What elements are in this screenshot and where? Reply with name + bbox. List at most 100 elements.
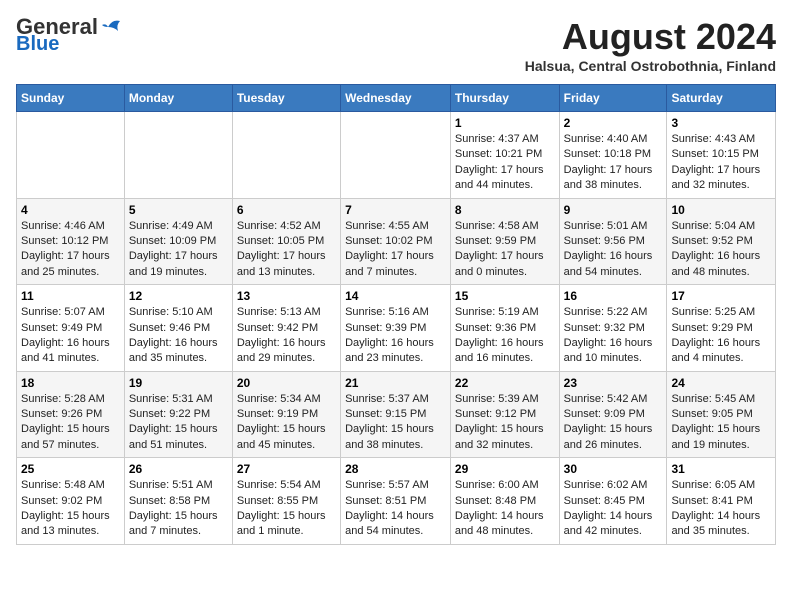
calendar-cell: 28Sunrise: 5:57 AMSunset: 8:51 PMDayligh… bbox=[341, 458, 451, 545]
cell-line: Sunset: 9:42 PM bbox=[237, 321, 336, 336]
calendar-cell: 22Sunrise: 5:39 AMSunset: 9:12 PMDayligh… bbox=[450, 371, 559, 458]
col-header-sunday: Sunday bbox=[17, 85, 125, 112]
calendar-header-row: SundayMondayTuesdayWednesdayThursdayFrid… bbox=[17, 85, 776, 112]
cell-line: Daylight: 15 hours and 32 minutes. bbox=[455, 422, 555, 453]
calendar-cell: 14Sunrise: 5:16 AMSunset: 9:39 PMDayligh… bbox=[341, 285, 451, 372]
cell-line: Daylight: 15 hours and 51 minutes. bbox=[129, 422, 228, 453]
cell-content: Sunrise: 6:02 AMSunset: 8:45 PMDaylight:… bbox=[564, 478, 663, 540]
calendar-cell: 6Sunrise: 4:52 AMSunset: 10:05 PMDayligh… bbox=[232, 198, 340, 285]
col-header-wednesday: Wednesday bbox=[341, 85, 451, 112]
calendar-cell: 8Sunrise: 4:58 AMSunset: 9:59 PMDaylight… bbox=[450, 198, 559, 285]
cell-line: Sunrise: 5:07 AM bbox=[21, 305, 120, 320]
logo-bird-icon bbox=[100, 17, 122, 37]
cell-line: Daylight: 15 hours and 7 minutes. bbox=[129, 509, 228, 540]
cell-line: Sunset: 8:48 PM bbox=[455, 494, 555, 509]
cell-line: Sunset: 8:51 PM bbox=[345, 494, 446, 509]
cell-line: Daylight: 17 hours and 0 minutes. bbox=[455, 249, 555, 280]
calendar-cell: 2 Sunrise: 4:40 AMSunset: 10:18 PMDayligh… bbox=[559, 112, 667, 199]
cell-line: Sunrise: 4:52 AM bbox=[237, 219, 336, 234]
cell-line: Sunrise: 4:43 AM bbox=[671, 132, 771, 147]
cell-content: Sunrise: 5:54 AMSunset: 8:55 PMDaylight:… bbox=[237, 478, 336, 540]
cell-line: Sunset: 10:21 PM bbox=[455, 147, 555, 162]
month-year-title: August 2024 bbox=[525, 16, 776, 58]
logo-blue-text: Blue bbox=[16, 34, 59, 54]
day-number: 24 bbox=[671, 376, 771, 390]
cell-line: Daylight: 17 hours and 38 minutes. bbox=[564, 163, 663, 194]
calendar-cell: 26Sunrise: 5:51 AMSunset: 8:58 PMDayligh… bbox=[124, 458, 232, 545]
calendar-cell: 25Sunrise: 5:48 AMSunset: 9:02 PMDayligh… bbox=[17, 458, 125, 545]
cell-content: Sunrise: 5:16 AMSunset: 9:39 PMDaylight:… bbox=[345, 305, 446, 367]
cell-line: Sunrise: 4:40 AM bbox=[564, 132, 663, 147]
cell-content: Sunrise: 4:40 AMSunset: 10:18 PMDaylight… bbox=[564, 132, 663, 194]
cell-line: Sunrise: 5:13 AM bbox=[237, 305, 336, 320]
cell-line: Daylight: 16 hours and 10 minutes. bbox=[564, 336, 663, 367]
calendar-cell: 24 Sunrise: 5:45 AMSunset: 9:05 PMDayligh… bbox=[667, 371, 776, 458]
cell-content: Sunrise: 6:05 AMSunset: 8:41 PMDaylight:… bbox=[671, 478, 771, 540]
cell-line: Daylight: 17 hours and 19 minutes. bbox=[129, 249, 228, 280]
cell-line: Sunrise: 5:16 AM bbox=[345, 305, 446, 320]
day-number: 13 bbox=[237, 289, 336, 303]
calendar-cell: 7Sunrise: 4:55 AMSunset: 10:02 PMDayligh… bbox=[341, 198, 451, 285]
cell-line: Sunset: 9:46 PM bbox=[129, 321, 228, 336]
cell-line: Sunset: 10:05 PM bbox=[237, 234, 336, 249]
cell-line: Sunrise: 5:37 AM bbox=[345, 392, 446, 407]
cell-line: Sunset: 9:15 PM bbox=[345, 407, 446, 422]
cell-content: Sunrise: 5:07 AMSunset: 9:49 PMDaylight:… bbox=[21, 305, 120, 367]
cell-content: Sunrise: 4:43 AMSunset: 10:15 PMDaylight… bbox=[671, 132, 771, 194]
cell-line: Daylight: 15 hours and 26 minutes. bbox=[564, 422, 663, 453]
cell-content: Sunrise: 5:34 AMSunset: 9:19 PMDaylight:… bbox=[237, 392, 336, 454]
calendar-cell bbox=[17, 112, 125, 199]
cell-line: Sunrise: 6:02 AM bbox=[564, 478, 663, 493]
cell-line: Daylight: 16 hours and 54 minutes. bbox=[564, 249, 663, 280]
day-number: 2 bbox=[564, 116, 663, 130]
cell-line: Sunset: 8:41 PM bbox=[671, 494, 771, 509]
cell-line: Sunrise: 4:58 AM bbox=[455, 219, 555, 234]
calendar-cell: 19Sunrise: 5:31 AMSunset: 9:22 PMDayligh… bbox=[124, 371, 232, 458]
cell-line: Sunset: 10:18 PM bbox=[564, 147, 663, 162]
day-number: 17 bbox=[671, 289, 771, 303]
cell-line: Daylight: 16 hours and 29 minutes. bbox=[237, 336, 336, 367]
cell-line: Sunrise: 5:31 AM bbox=[129, 392, 228, 407]
cell-line: Sunset: 9:52 PM bbox=[671, 234, 771, 249]
calendar-cell: 18Sunrise: 5:28 AMSunset: 9:26 PMDayligh… bbox=[17, 371, 125, 458]
day-number: 12 bbox=[129, 289, 228, 303]
cell-content: Sunrise: 4:55 AMSunset: 10:02 PMDaylight… bbox=[345, 219, 446, 281]
cell-line: Sunset: 9:02 PM bbox=[21, 494, 120, 509]
cell-line: Sunset: 10:12 PM bbox=[21, 234, 120, 249]
cell-line: Daylight: 16 hours and 48 minutes. bbox=[671, 249, 771, 280]
cell-line: Sunset: 10:09 PM bbox=[129, 234, 228, 249]
cell-line: Daylight: 17 hours and 32 minutes. bbox=[671, 163, 771, 194]
calendar-cell: 20 Sunrise: 5:34 AMSunset: 9:19 PMDayligh… bbox=[232, 371, 340, 458]
cell-line: Sunset: 9:19 PM bbox=[237, 407, 336, 422]
cell-line: Daylight: 15 hours and 57 minutes. bbox=[21, 422, 120, 453]
calendar-table: SundayMondayTuesdayWednesdayThursdayFrid… bbox=[16, 84, 776, 545]
cell-line: Sunset: 10:02 PM bbox=[345, 234, 446, 249]
day-number: 16 bbox=[564, 289, 663, 303]
day-number: 25 bbox=[21, 462, 120, 476]
calendar-cell: 3Sunrise: 4:43 AMSunset: 10:15 PMDayligh… bbox=[667, 112, 776, 199]
calendar-cell: 31Sunrise: 6:05 AMSunset: 8:41 PMDayligh… bbox=[667, 458, 776, 545]
calendar-cell: 11Sunrise: 5:07 AMSunset: 9:49 PMDayligh… bbox=[17, 285, 125, 372]
cell-line: Sunset: 10:15 PM bbox=[671, 147, 771, 162]
cell-content: Sunrise: 5:51 AMSunset: 8:58 PMDaylight:… bbox=[129, 478, 228, 540]
location-subtitle: Halsua, Central Ostrobothnia, Finland bbox=[525, 58, 776, 74]
cell-line: Sunset: 9:12 PM bbox=[455, 407, 555, 422]
day-number: 21 bbox=[345, 376, 446, 390]
cell-line: Daylight: 16 hours and 35 minutes. bbox=[129, 336, 228, 367]
cell-line: Sunset: 9:32 PM bbox=[564, 321, 663, 336]
calendar-cell: 27Sunrise: 5:54 AMSunset: 8:55 PMDayligh… bbox=[232, 458, 340, 545]
day-number: 23 bbox=[564, 376, 663, 390]
cell-line: Sunrise: 5:57 AM bbox=[345, 478, 446, 493]
calendar-cell: 12Sunrise: 5:10 AMSunset: 9:46 PMDayligh… bbox=[124, 285, 232, 372]
cell-content: Sunrise: 5:45 AMSunset: 9:05 PMDaylight:… bbox=[671, 392, 771, 454]
day-number: 5 bbox=[129, 203, 228, 217]
day-number: 20 bbox=[237, 376, 336, 390]
day-number: 8 bbox=[455, 203, 555, 217]
calendar-cell: 10Sunrise: 5:04 AMSunset: 9:52 PMDayligh… bbox=[667, 198, 776, 285]
cell-content: Sunrise: 4:49 AMSunset: 10:09 PMDaylight… bbox=[129, 219, 228, 281]
cell-line: Daylight: 16 hours and 23 minutes. bbox=[345, 336, 446, 367]
cell-line: Sunrise: 6:05 AM bbox=[671, 478, 771, 493]
cell-content: Sunrise: 5:25 AMSunset: 9:29 PMDaylight:… bbox=[671, 305, 771, 367]
calendar-cell: 30Sunrise: 6:02 AMSunset: 8:45 PMDayligh… bbox=[559, 458, 667, 545]
cell-content: Sunrise: 5:31 AMSunset: 9:22 PMDaylight:… bbox=[129, 392, 228, 454]
